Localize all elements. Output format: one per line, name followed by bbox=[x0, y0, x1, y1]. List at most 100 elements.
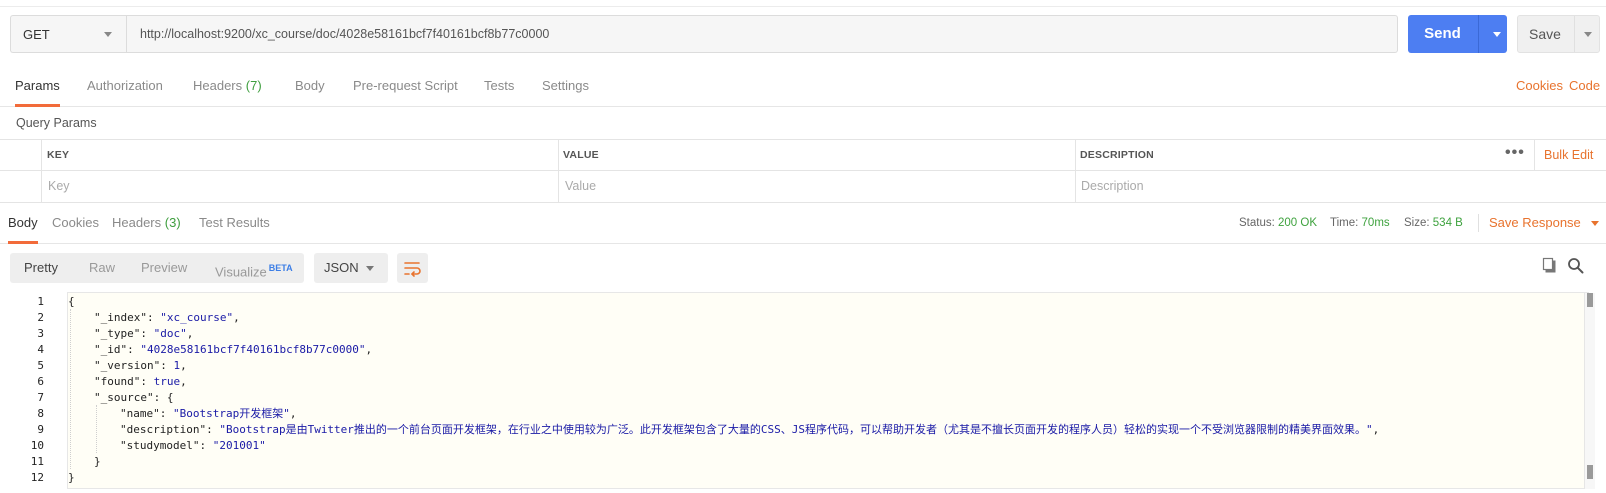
code-line: "_type": "doc", bbox=[94, 327, 194, 340]
status-divider bbox=[1478, 214, 1479, 232]
response-code-editor[interactable]: { "_index": "xc_course", "_type": "doc",… bbox=[67, 292, 1589, 489]
key-input[interactable]: Key bbox=[48, 171, 548, 201]
tab-response-headers-label: Headers bbox=[112, 215, 162, 230]
tab-tests-label: Tests bbox=[484, 78, 515, 93]
value-input[interactable]: Value bbox=[565, 171, 1065, 201]
editor-scrollbar[interactable] bbox=[1584, 293, 1595, 489]
method-value: GET bbox=[23, 26, 50, 42]
json-value: true bbox=[153, 375, 181, 388]
tab-response-cookies[interactable]: Cookies bbox=[52, 203, 99, 243]
chevron-down-icon bbox=[366, 266, 374, 271]
json-value: "Bootstrap开发框架" bbox=[173, 407, 290, 420]
raw-button[interactable]: Raw bbox=[89, 253, 115, 283]
scrollbar-thumb-bottom[interactable] bbox=[1587, 465, 1593, 479]
top-strip bbox=[0, 0, 1606, 7]
line-number: 5 bbox=[37, 359, 44, 372]
save-divider bbox=[1574, 16, 1575, 52]
size-label: Size: bbox=[1404, 217, 1430, 229]
scrollbar-thumb-top[interactable] bbox=[1587, 293, 1593, 307]
tab-pre-request-script[interactable]: Pre-request Script bbox=[353, 66, 458, 106]
tab-response-body[interactable]: Body bbox=[8, 203, 38, 244]
code-line: "_index": "xc_course", bbox=[94, 311, 240, 324]
line-number: 3 bbox=[37, 327, 44, 340]
pretty-button[interactable]: Pretty bbox=[24, 253, 58, 283]
url-input[interactable]: http://localhost:9200/xc_course/doc/4028… bbox=[126, 15, 1398, 53]
status-value: 200 OK bbox=[1278, 217, 1318, 229]
code-line: } bbox=[68, 470, 75, 486]
time-value: 70ms bbox=[1361, 217, 1390, 229]
send-options-chevron-icon[interactable] bbox=[1493, 32, 1501, 37]
beta-badge: BETA bbox=[268, 263, 293, 273]
json-value: "201001" bbox=[212, 439, 266, 452]
indent-guide bbox=[70, 309, 71, 469]
column-header-value: VALUE bbox=[563, 149, 599, 161]
tab-authorization[interactable]: Authorization bbox=[87, 66, 163, 106]
tab-body[interactable]: Body bbox=[295, 66, 325, 106]
cookies-link[interactable]: Cookies bbox=[1516, 66, 1563, 106]
tab-params-label: Params bbox=[15, 78, 60, 93]
save-response-button[interactable]: Save Response bbox=[1489, 203, 1599, 243]
url-value: http://localhost:9200/xc_course/doc/4028… bbox=[140, 27, 550, 41]
headers-count-badge: (7) bbox=[245, 78, 262, 93]
json-key: "_id" bbox=[94, 343, 128, 356]
line-number: 2 bbox=[37, 311, 44, 324]
tab-settings-label: Settings bbox=[542, 78, 589, 93]
format-select[interactable]: JSON bbox=[314, 253, 388, 283]
format-value: JSON bbox=[324, 260, 359, 275]
json-key: "_index" bbox=[94, 311, 147, 324]
tab-response-body-label: Body bbox=[8, 215, 38, 230]
column-divider bbox=[1075, 140, 1076, 202]
tab-headers[interactable]: Headers (7) bbox=[193, 66, 262, 106]
bulk-edit-link[interactable]: Bulk Edit bbox=[1544, 140, 1593, 170]
tab-test-results-label: Test Results bbox=[199, 215, 270, 230]
tab-prerequest-label: Pre-request Script bbox=[353, 78, 458, 93]
more-dots-icon[interactable]: ••• bbox=[1505, 140, 1525, 166]
line-number: 10 bbox=[30, 439, 44, 452]
code-link[interactable]: Code bbox=[1569, 66, 1600, 106]
visualize-label: Visualize bbox=[215, 264, 267, 280]
chevron-down-icon bbox=[104, 32, 112, 37]
tab-tests[interactable]: Tests bbox=[484, 66, 514, 106]
wrap-lines-icon bbox=[404, 262, 421, 277]
line-number: 4 bbox=[37, 343, 44, 356]
request-tabs: Params Authorization Headers (7) Body Pr… bbox=[0, 66, 1606, 107]
params-table: KEY VALUE DESCRIPTION ••• Bulk Edit Key … bbox=[0, 139, 1606, 203]
search-icon[interactable] bbox=[1566, 256, 1586, 276]
code-line: "studymodel": "201001" bbox=[120, 439, 266, 452]
save-response-label: Save Response bbox=[1489, 215, 1581, 230]
json-key: "studymodel" bbox=[120, 439, 200, 452]
column-header-key: KEY bbox=[47, 149, 70, 161]
send-divider bbox=[1478, 15, 1479, 53]
code-line: "description": "Bootstrap是由Twitter推出的一个前… bbox=[120, 423, 1380, 436]
description-input[interactable]: Description bbox=[1081, 171, 1581, 201]
time-label: Time: bbox=[1330, 217, 1359, 229]
json-brace: } bbox=[68, 471, 75, 484]
visualize-button[interactable]: Visualize BETA bbox=[215, 253, 293, 283]
tab-test-results[interactable]: Test Results bbox=[199, 203, 270, 243]
line-number: 9 bbox=[37, 423, 44, 436]
tab-response-headers[interactable]: Headers (3) bbox=[112, 203, 181, 243]
json-key: "found" bbox=[94, 375, 141, 388]
preview-button[interactable]: Preview bbox=[141, 253, 187, 283]
copy-icon[interactable] bbox=[1540, 256, 1560, 276]
save-options-chevron-icon[interactable] bbox=[1584, 32, 1592, 37]
code-line: "name": "Bootstrap开发框架", bbox=[120, 407, 297, 420]
code-line: } bbox=[94, 454, 101, 470]
tab-body-label: Body bbox=[295, 78, 325, 93]
indent-guide bbox=[96, 405, 97, 453]
wrap-lines-button[interactable] bbox=[397, 253, 428, 283]
response-headers-count: (3) bbox=[164, 215, 181, 230]
method-select[interactable]: GET bbox=[10, 15, 126, 53]
json-key: "_source" bbox=[94, 391, 154, 404]
json-value: "xc_course" bbox=[160, 311, 234, 324]
tab-settings[interactable]: Settings bbox=[542, 66, 589, 106]
json-brace: { bbox=[68, 295, 75, 308]
tab-params[interactable]: Params bbox=[15, 66, 60, 107]
send-button[interactable]: Send bbox=[1408, 15, 1507, 53]
save-button[interactable]: Save bbox=[1517, 15, 1600, 53]
line-number: 6 bbox=[37, 375, 44, 388]
line-number-gutter: 1 2 3 4 5 6 7 8 9 10 11 12 bbox=[0, 292, 66, 493]
time-readout: Time: 70ms bbox=[1330, 203, 1390, 243]
column-header-description: DESCRIPTION bbox=[1080, 149, 1154, 161]
json-value: "4028e58161bcf7f40161bcf8b77c0000" bbox=[140, 343, 366, 356]
